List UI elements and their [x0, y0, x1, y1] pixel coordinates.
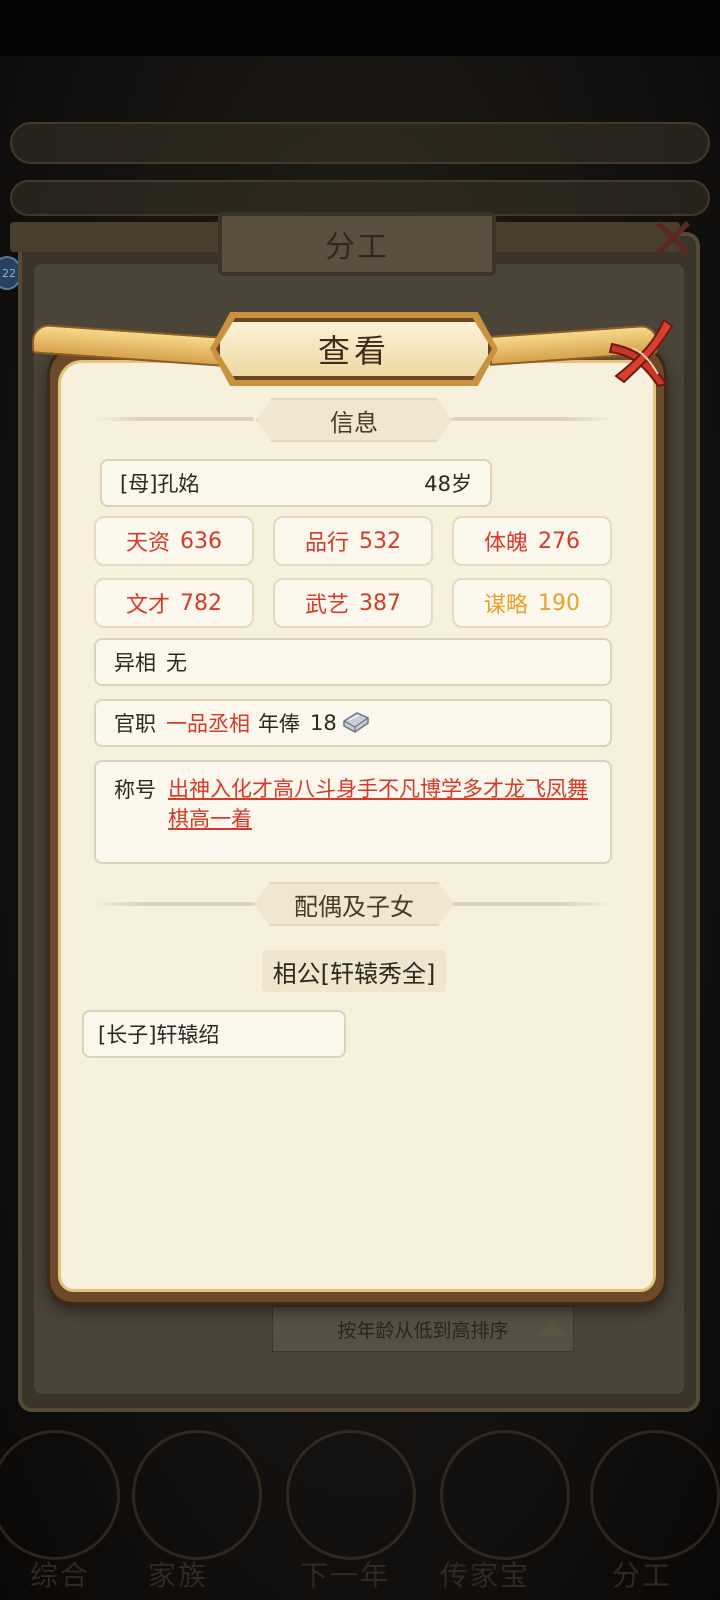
- stat-value: 636: [180, 528, 222, 554]
- stat-label: 品行: [304, 531, 349, 556]
- bottom-nav: 综合 家族 下一年 传家宝 分工: [0, 1412, 720, 1600]
- member-name-row: [母]孔姳 48岁: [100, 459, 492, 507]
- trait-row: 异相 无: [94, 638, 612, 686]
- stat-label: 武艺: [304, 593, 349, 618]
- member-age: 48岁: [424, 472, 472, 496]
- titles-list: 出神入化才高八斗身手不凡博学多才龙飞凤舞棋高一着: [168, 774, 588, 834]
- background-resource-bar: [10, 122, 710, 164]
- family-section-header: 配偶及子女: [254, 882, 454, 926]
- title-link[interactable]: 棋高一着: [168, 807, 252, 831]
- stat-martial: 武艺 387: [273, 578, 433, 628]
- stat-label: 体魄: [483, 531, 528, 556]
- title-link[interactable]: 龙飞凤舞: [504, 777, 588, 801]
- background-title-wing-left: [10, 222, 224, 252]
- close-icon[interactable]: [602, 314, 676, 388]
- title-link[interactable]: 博学多才: [420, 777, 504, 801]
- nav-circle: [286, 1430, 416, 1560]
- salary-value: 18: [310, 711, 337, 735]
- stat-conduct: 品行 532: [273, 516, 433, 566]
- salary-label: 年俸: [258, 712, 300, 736]
- spouse-name[interactable]: 相公[轩辕秀全]: [248, 948, 460, 994]
- nav-item-overview: 综合: [30, 1559, 91, 1592]
- stat-physique: 体魄 276: [452, 516, 612, 566]
- title-link[interactable]: 身手不凡: [336, 777, 420, 801]
- stat-talent: 天资 636: [94, 516, 254, 566]
- background-close-icon: ✕: [648, 205, 698, 273]
- stat-value: 532: [359, 528, 401, 554]
- nav-circle: [132, 1430, 262, 1560]
- office-value: 一品丞相: [166, 712, 250, 736]
- sort-arrow-icon: [538, 1320, 566, 1336]
- dialog-title: 查看: [317, 332, 390, 370]
- stat-value: 782: [180, 590, 222, 616]
- section-divider-right: [452, 902, 612, 906]
- trait-value: 无: [166, 651, 187, 675]
- nav-item-division: 分工: [612, 1559, 673, 1592]
- section-divider-left: [94, 417, 254, 421]
- stat-label: 文才: [125, 593, 170, 618]
- stat-strategy: 谋略 190: [452, 578, 612, 628]
- background-info-bar: [10, 180, 710, 216]
- stat-value: 276: [538, 528, 580, 554]
- section-divider-right: [452, 417, 612, 421]
- section-divider-left: [94, 902, 254, 906]
- child-item[interactable]: [长子]轩辕绍: [82, 1010, 346, 1058]
- nav-item-family: 家族: [148, 1559, 209, 1592]
- silver-ingot-icon: [342, 712, 369, 733]
- trait-label: 异相: [114, 651, 156, 675]
- dialog-title-plate: 查看: [216, 318, 492, 380]
- stat-literature: 文才 782: [94, 578, 254, 628]
- nav-circle: [0, 1430, 120, 1560]
- nav-circle: [590, 1430, 720, 1560]
- office-label: 官职: [114, 712, 156, 736]
- stat-label: 谋略: [483, 593, 528, 618]
- office-row: 官职 一品丞相 年俸 18: [94, 699, 612, 747]
- stat-value: 190: [538, 590, 580, 616]
- title-link[interactable]: 才高八斗: [252, 777, 336, 801]
- sort-button: 按年龄从低到高排序: [272, 1306, 574, 1352]
- stat-value: 387: [359, 590, 401, 616]
- member-name: [母]孔姳: [120, 472, 200, 496]
- title-link[interactable]: 出神入化: [168, 777, 252, 801]
- background-panel-title-plate: 分工: [218, 212, 496, 276]
- nav-item-next-year: 下一年: [300, 1559, 391, 1592]
- status-bar: [0, 0, 720, 56]
- stat-label: 天资: [125, 531, 170, 556]
- close-button[interactable]: [602, 314, 676, 388]
- titles-label: 称号: [114, 778, 156, 802]
- nav-circle: [440, 1430, 570, 1560]
- titles-row: 称号 出神入化才高八斗身手不凡博学多才龙飞凤舞棋高一着: [94, 760, 612, 864]
- background-panel-title: 分工: [325, 230, 389, 265]
- nav-item-heirloom: 传家宝: [440, 1559, 531, 1592]
- info-section-header: 信息: [256, 398, 452, 442]
